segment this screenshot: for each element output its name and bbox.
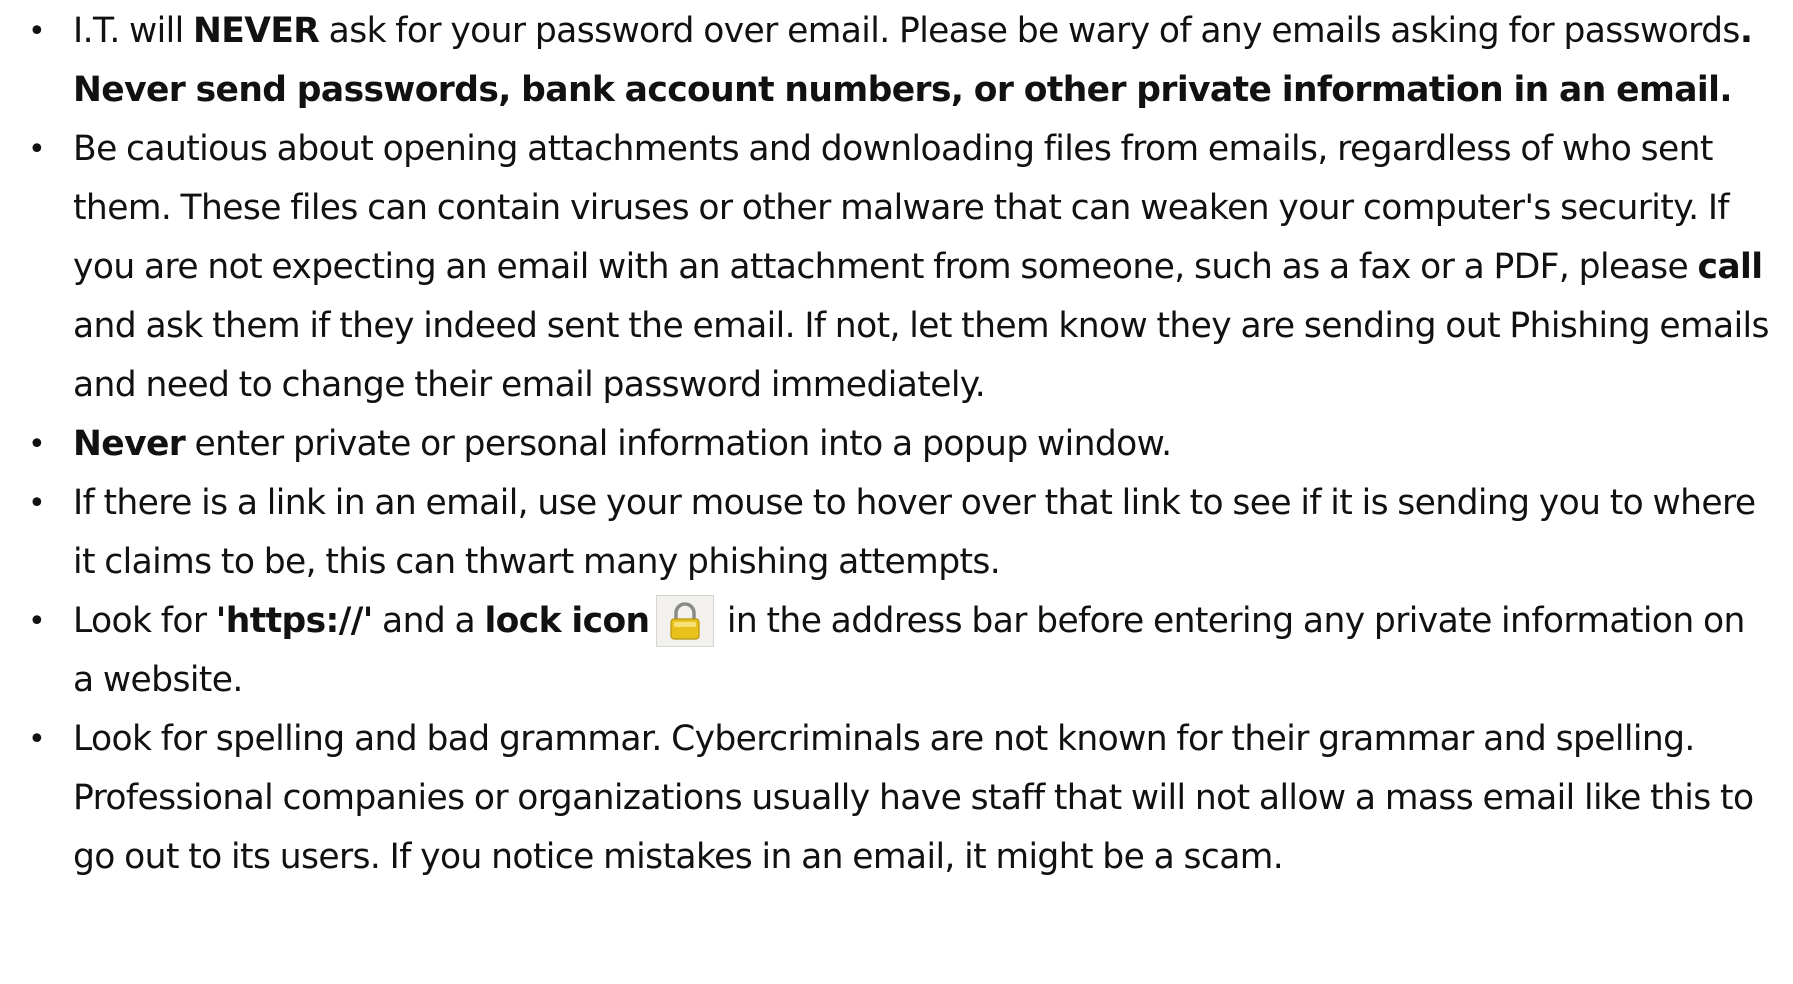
tip-text: Look for spelling and bad grammar. Cyber… (73, 719, 1754, 877)
tip-item: • I.T. will NEVER ask for your password o… (0, 2, 1793, 120)
bullet-marker: • (28, 14, 46, 49)
tip-text: and a (372, 601, 485, 641)
tip-item: • Be cautious about opening attachments a… (0, 120, 1793, 415)
bullet-marker: • (28, 427, 46, 462)
lock-icon (655, 595, 714, 647)
tip-text: I.T. will (73, 11, 193, 51)
tip-text-bold: lock icon (484, 601, 650, 641)
tip-item: • If there is a link in an email, use you… (0, 474, 1793, 592)
tip-text-bold: call (1697, 247, 1763, 287)
tip-item: • Look for spelling and bad grammar. Cybe… (0, 710, 1793, 887)
tip-text: Be cautious about opening attachments an… (73, 129, 1730, 287)
tip-text-bold: 'https://' (215, 601, 374, 641)
tip-text: Look for (73, 601, 216, 641)
tip-item: • Look for 'https://' and a lock icon in … (0, 592, 1793, 710)
bullet-marker: • (28, 132, 46, 167)
tip-text: ask for your password over email. Please… (319, 11, 1741, 51)
bullet-marker: • (28, 722, 46, 757)
tip-text-bold: Never (73, 424, 186, 464)
bullet-marker: • (28, 604, 46, 639)
tip-text-bold: NEVER (193, 11, 320, 51)
tip-item: • Never enter private or personal informa… (0, 415, 1793, 474)
tip-text: and ask them if they indeed sent the ema… (73, 306, 1770, 405)
security-tips-list: • I.T. will NEVER ask for your password o… (0, 2, 1793, 887)
bullet-marker: • (28, 486, 46, 521)
security-tips-slide: • I.T. will NEVER ask for your password o… (0, 0, 1793, 984)
tip-text: If there is a link in an email, use your… (73, 483, 1756, 582)
tip-text: enter private or personal information in… (185, 424, 1173, 464)
